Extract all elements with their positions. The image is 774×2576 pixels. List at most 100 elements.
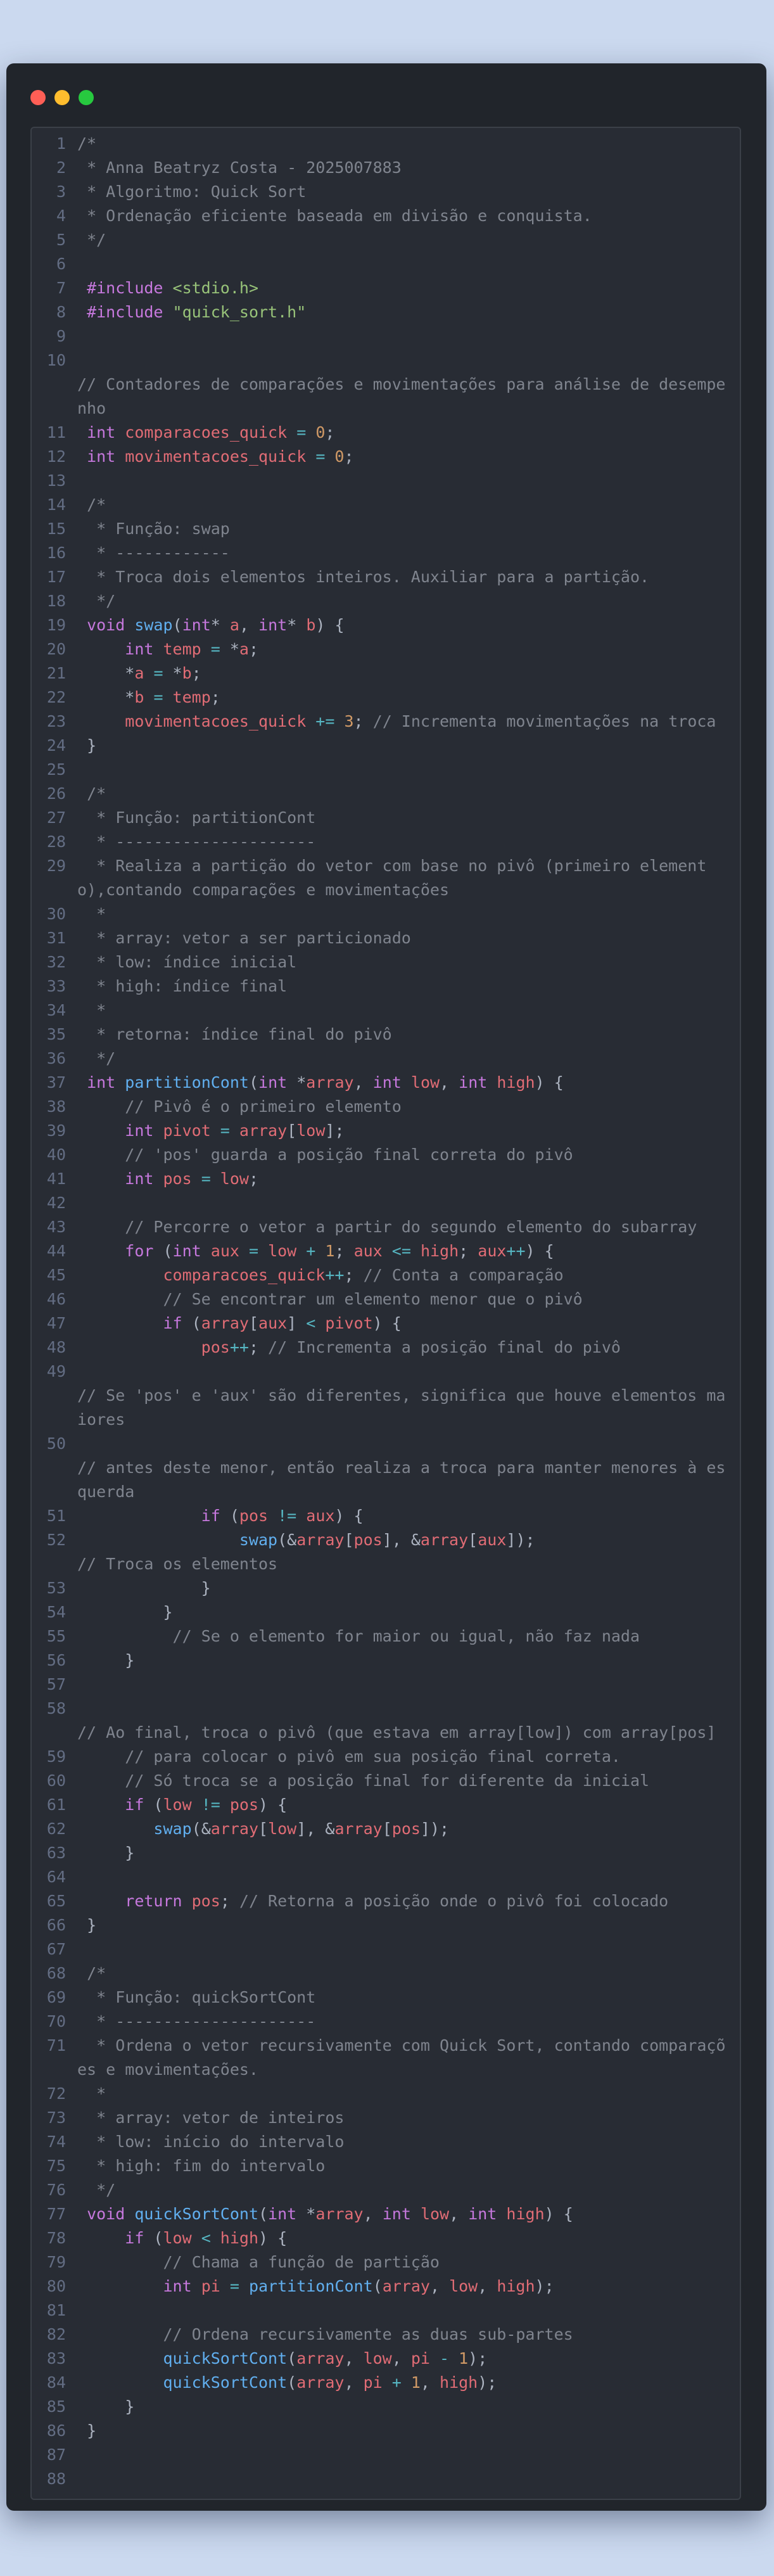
- line-number: 47: [46, 1314, 66, 1332]
- code-token: array: [201, 1314, 249, 1332]
- line-number: 22: [46, 688, 66, 706]
- code-token: low: [268, 1820, 297, 1838]
- line-number: 49: [46, 1362, 66, 1380]
- code-line: 82 // Ordena recursivamente as duas sub-…: [32, 2323, 740, 2347]
- code-token: // Retorna a posição onde o pivô foi col…: [239, 1892, 669, 1910]
- code-text: movimentacoes_quick += 3; // Incrementa …: [77, 710, 740, 734]
- close-button[interactable]: [30, 90, 46, 105]
- line-number: 55: [46, 1627, 66, 1645]
- code-token: // Ordena recursivamente as duas sub-par…: [77, 2325, 573, 2343]
- code-text: * Ordena o vetor recursivamente com Quic…: [77, 2034, 740, 2082]
- code-text: quickSortCont(array, pi + 1, high);: [77, 2371, 740, 2395]
- code-token: // Conta a comparação: [363, 1266, 564, 1284]
- code-token: =: [306, 447, 335, 466]
- code-line: 41 int pos = low;: [32, 1167, 740, 1191]
- code-token: ;: [248, 1338, 269, 1356]
- code-token: }: [77, 1579, 211, 1597]
- line-number: 24: [46, 736, 66, 755]
- line-number: [32, 373, 77, 421]
- code-line: 9: [32, 324, 740, 348]
- line-number: 17: [46, 568, 66, 586]
- code-line: 80 int pi = partitionCont(array, low, hi…: [32, 2274, 740, 2299]
- line-number: 70: [46, 2012, 66, 2031]
- code-token: * Anna Beatryz Costa - 2025007883: [77, 158, 402, 177]
- code-token: low: [420, 2205, 450, 2223]
- code-text: * Algoritmo: Quick Sort: [77, 180, 740, 204]
- code-token: }: [77, 1651, 135, 1669]
- code-token: <stdio.h>: [172, 279, 258, 297]
- code-token: * Realiza a partição do vetor com base n…: [77, 857, 707, 899]
- code-token: *: [77, 905, 106, 923]
- code-token: [: [287, 1121, 297, 1140]
- code-token: +=: [306, 712, 345, 730]
- code-token: int: [459, 1073, 497, 1092]
- code-text: * high: índice final: [77, 974, 740, 998]
- code-text: }: [77, 2395, 740, 2419]
- code-token: void: [77, 2205, 135, 2223]
- code-token: * Função: swap: [77, 520, 230, 538]
- line-number: 28: [46, 832, 66, 851]
- line-number: 53: [46, 1579, 66, 1597]
- code-token: * ---------------------: [77, 2012, 316, 2031]
- code-line: // Troca os elementos: [32, 1552, 740, 1576]
- code-token: int: [77, 640, 163, 658]
- code-text: * retorna: índice final do pivô: [77, 1023, 740, 1047]
- code-token: pos: [391, 1820, 421, 1838]
- code-line: 35 * retorna: índice final do pivô: [32, 1023, 740, 1047]
- line-number: 68: [46, 1964, 66, 1982]
- line-number: 79: [46, 2253, 66, 2271]
- code-token: *: [287, 616, 307, 634]
- zoom-button[interactable]: [79, 90, 94, 105]
- line-number: 14: [46, 495, 66, 514]
- code-token: ,: [363, 2205, 383, 2223]
- line-number: 19: [46, 616, 66, 634]
- code-token: pos: [163, 1170, 192, 1188]
- code-token: // Chama a função de partição: [77, 2253, 440, 2271]
- code-token: * Troca dois elementos inteiros. Auxilia…: [77, 568, 650, 586]
- minimize-button[interactable]: [54, 90, 70, 105]
- code-text: * Ordenação eficiente baseada em divisão…: [77, 204, 740, 228]
- code-text: * low: índice inicial: [77, 950, 740, 974]
- line-number: 35: [46, 1025, 66, 1043]
- code-text: }: [77, 1648, 740, 1673]
- line-number: 39: [46, 1121, 66, 1140]
- code-token: ) {: [315, 616, 345, 634]
- line-number: 21: [46, 664, 66, 682]
- code-token: * ------------: [77, 544, 230, 562]
- code-text: * ---------------------: [77, 2010, 740, 2034]
- code-line: 65 return pos; // Retorna a posição onde…: [32, 1889, 740, 1913]
- code-token: }: [77, 1916, 97, 1934]
- code-editor[interactable]: 1/* 2 * Anna Beatryz Costa - 2025007883 3 …: [30, 127, 741, 2500]
- code-token: ;: [191, 664, 201, 682]
- code-text: *: [77, 902, 740, 926]
- line-number: 25: [46, 760, 66, 779]
- code-token: #include: [77, 279, 173, 297]
- code-line: 71 * Ordena o vetor recursivamente com Q…: [32, 2034, 740, 2082]
- code-token: }: [77, 2397, 135, 2416]
- code-text: /*: [77, 1961, 740, 1986]
- code-line: 78 if (low < high) {: [32, 2226, 740, 2250]
- code-token: ;: [325, 423, 335, 442]
- code-token: array: [334, 1820, 383, 1838]
- code-line: 13: [32, 469, 740, 493]
- code-token: high: [220, 2229, 259, 2247]
- code-line: 15 * Função: swap: [32, 517, 740, 541]
- line-number: 20: [46, 640, 66, 658]
- code-token: * retorna: índice final do pivô: [77, 1025, 392, 1043]
- line-number: 29: [46, 857, 66, 875]
- code-line: 3 * Algoritmo: Quick Sort: [32, 180, 740, 204]
- code-token: low: [268, 1242, 297, 1260]
- code-token: ;: [459, 1242, 478, 1260]
- code-token: // Incrementa a posição final do pivô: [268, 1338, 621, 1356]
- code-token: aux: [478, 1242, 507, 1260]
- code-token: high: [497, 1073, 535, 1092]
- line-number: 69: [46, 1988, 66, 2006]
- code-token: int: [77, 1170, 163, 1188]
- line-number: 4: [56, 207, 66, 225]
- line-number: 56: [46, 1651, 66, 1669]
- line-number: 66: [46, 1916, 66, 1934]
- code-line: 20 int temp = *a;: [32, 637, 740, 661]
